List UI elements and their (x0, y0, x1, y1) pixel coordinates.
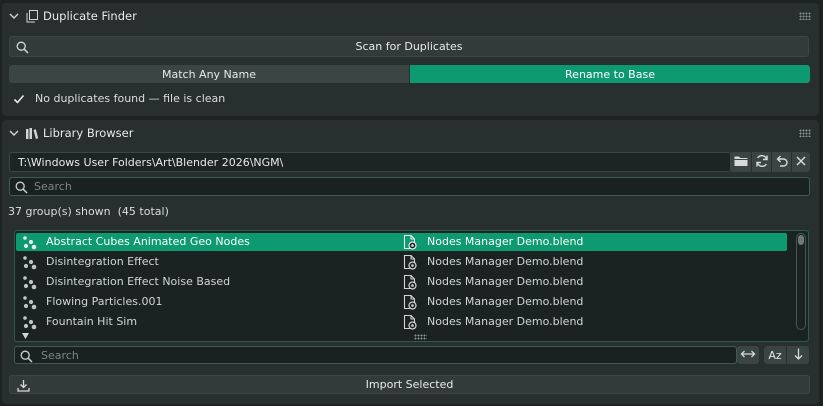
duplicate-finder-panel: Duplicate Finder Scan for Duplicates Mat… (2, 3, 819, 116)
blend-file-name: Nodes Manager Demo.blend (427, 255, 584, 268)
search-placeholder: Search (34, 180, 72, 193)
blend-file-icon (403, 234, 417, 250)
group-name: Disintegration Effect (46, 255, 159, 268)
panel-title: Library Browser (43, 126, 134, 140)
scan-duplicates-button[interactable]: Scan for Duplicates (9, 36, 809, 57)
group-name: Flowing Particles.001 (46, 295, 163, 308)
blend-file-icon (403, 254, 417, 270)
library-path-text: T:\Windows User Folders\Art\Blender 2026… (18, 156, 284, 169)
reset-path-button[interactable] (772, 152, 791, 172)
list-scrollbar[interactable] (796, 233, 806, 330)
blend-file-icon (403, 274, 417, 290)
match-any-name-toggle[interactable]: Match Any Name (9, 65, 409, 83)
resize-grip-icon[interactable] (414, 334, 427, 340)
refresh-button[interactable] (752, 152, 771, 172)
expand-arrow-icon[interactable] (20, 331, 30, 341)
blend-file-name: Nodes Manager Demo.blend (427, 235, 584, 248)
blend-file-name: Nodes Manager Demo.blend (427, 275, 584, 288)
sort-alpha-button[interactable]: Az (764, 346, 786, 364)
scrollbar-thumb[interactable] (798, 235, 804, 245)
blend-file-icon (403, 314, 417, 330)
list-item[interactable]: Disintegration Effect Noise Based Nodes … (16, 273, 787, 291)
filter-input[interactable]: Search (14, 346, 737, 364)
duplicate-finder-header[interactable]: Duplicate Finder (2, 3, 819, 29)
list-item[interactable]: Flowing Particles.001 Nodes Manager Demo… (16, 293, 787, 311)
undo-icon (775, 154, 788, 170)
rename-to-base-label: Rename to Base (565, 67, 655, 81)
horizontal-arrows-icon (740, 349, 756, 362)
sort-order-button[interactable] (787, 346, 809, 364)
status-message: No duplicates found — file is clean (35, 92, 226, 105)
clear-path-button[interactable] (792, 152, 810, 172)
library-path-field[interactable]: T:\Windows User Folders\Art\Blender 2026… (9, 152, 731, 172)
node-group-list: Abstract Cubes Animated Geo Nodes Nodes … (14, 230, 809, 342)
node-group-icon (23, 276, 37, 290)
list-item[interactable]: Disintegration Effect Nodes Manager Demo… (16, 253, 787, 271)
node-group-icon (23, 256, 37, 270)
refresh-icon (755, 154, 769, 171)
chevron-down-icon[interactable] (6, 125, 22, 141)
duplicate-icon (24, 8, 40, 24)
group-count: 37 group(s) shown (45 total) (8, 205, 169, 218)
close-icon (796, 155, 806, 169)
search-icon (18, 348, 34, 364)
chevron-down-icon[interactable] (6, 8, 22, 24)
blend-file-name: Nodes Manager Demo.blend (427, 315, 584, 328)
drag-grip-icon[interactable] (799, 12, 811, 20)
arrow-down-icon (794, 348, 803, 363)
folder-icon (734, 155, 748, 170)
list-item[interactable]: Abstract Cubes Animated Geo Nodes Nodes … (16, 233, 787, 251)
import-selected-label: Import Selected (365, 378, 454, 391)
list-item[interactable]: Fountain Hit Sim Nodes Manager Demo.blen… (16, 313, 787, 331)
rename-to-base-toggle[interactable]: Rename to Base (410, 65, 810, 83)
library-books-icon (24, 125, 40, 141)
sort-alpha-label: Az (768, 348, 782, 362)
filter-placeholder: Search (41, 349, 79, 362)
search-icon (14, 39, 30, 55)
group-name: Fountain Hit Sim (46, 315, 138, 328)
group-name: Abstract Cubes Animated Geo Nodes (46, 235, 250, 248)
library-browser-panel: Library Browser T:\Windows User Folders\… (2, 120, 819, 404)
panel-title: Duplicate Finder (43, 9, 137, 23)
node-group-icon (23, 316, 37, 330)
search-icon (13, 179, 29, 195)
checkmark-icon (12, 92, 26, 106)
scan-duplicates-label: Scan for Duplicates (355, 40, 463, 53)
search-input[interactable]: Search (9, 177, 810, 196)
import-selected-button[interactable]: Import Selected (9, 375, 810, 394)
match-any-name-label: Match Any Name (161, 67, 256, 81)
library-browser-header[interactable]: Library Browser (2, 120, 819, 146)
blend-file-icon (403, 294, 417, 310)
node-group-icon (23, 236, 37, 250)
blend-file-name: Nodes Manager Demo.blend (427, 295, 584, 308)
node-group-icon (23, 296, 37, 310)
open-folder-button[interactable] (731, 152, 751, 172)
import-icon (15, 377, 31, 393)
drag-grip-icon[interactable] (799, 129, 811, 137)
filter-exact-toggle[interactable] (737, 346, 759, 364)
group-name: Disintegration Effect Noise Based (46, 275, 231, 288)
